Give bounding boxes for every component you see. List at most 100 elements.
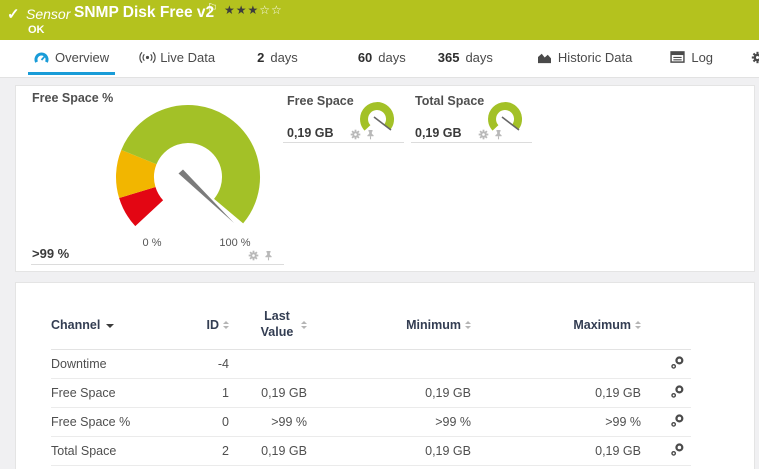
tab-label: days (378, 50, 406, 65)
cell-maximum: 0,19 GB (471, 378, 641, 408)
tab-number: 365 (437, 50, 460, 65)
header-label: Minimum (406, 317, 461, 332)
cell-last-value: >99 % (229, 407, 307, 437)
area-chart-icon (537, 51, 552, 65)
cell-channel: Free Space % (51, 407, 181, 437)
edit-channel-icon[interactable] (670, 355, 685, 370)
gauge-value: 0,19 GB (287, 126, 334, 140)
sort-icon (635, 318, 641, 332)
pin-icon[interactable] (365, 129, 376, 140)
tab-2-days[interactable]: 2 days (251, 43, 304, 75)
cell-edit (641, 378, 691, 408)
channels-panel: Channel ID Last Value Minimum Maximum Do… (15, 282, 755, 469)
tab-label: days (270, 50, 298, 65)
header-maximum[interactable]: Maximum (471, 301, 641, 350)
tab-number: 60 (357, 50, 373, 65)
tab-label: Overview (55, 50, 110, 65)
sort-icon (223, 318, 229, 332)
header-edit (641, 301, 691, 350)
sensor-header: ✓ Sensor SNMP Disk Free v2 ⚐ ★★★☆☆ OK (0, 0, 759, 40)
tab-bar: Overview Live Data 2 days 60 days 365 da… (0, 40, 759, 78)
cell-minimum: 0,19 GB (307, 436, 471, 466)
header-label: Maximum (573, 317, 631, 332)
tab-number: 2 (257, 50, 265, 65)
header-label: Channel (51, 318, 101, 332)
tab-historic-data[interactable]: Historic Data (531, 43, 638, 75)
stars-filled[interactable]: ★★★ (224, 3, 259, 17)
header-label: Last Value (260, 309, 294, 339)
tab-60-days[interactable]: 60 days (352, 43, 412, 75)
cell-id: -4 (181, 349, 229, 379)
gauge-value: >99 % (32, 246, 70, 261)
cell-id: 1 (181, 378, 229, 408)
gauge-icon (34, 51, 49, 65)
tab-settings[interactable]: Settings (745, 43, 759, 75)
cell-channel: Free Space (51, 378, 181, 408)
header-label: ID (206, 317, 220, 332)
cell-edit (641, 436, 691, 466)
table-row: Free Space 1 0,19 GB 0,19 GB 0,19 GB (51, 378, 691, 408)
gauge-widget-free-space: Free Space 0,19 GB (283, 86, 404, 143)
tab-365-days[interactable]: 365 days (432, 43, 499, 75)
prtg-sensor-page: ✓ Sensor SNMP Disk Free v2 ⚐ ★★★☆☆ OK Ov… (0, 0, 759, 469)
table-row: Total Space 2 0,19 GB 0,19 GB 0,19 GB (51, 436, 691, 466)
gauge-widget-free-space-pct: Free Space % 0 % 100 % >99 % (31, 86, 284, 265)
cell-id: 0 (181, 407, 229, 437)
stars-empty[interactable]: ☆☆ (259, 3, 283, 17)
log-icon (670, 51, 685, 65)
pin-icon[interactable] (263, 250, 274, 261)
cell-minimum (307, 349, 471, 379)
table-row: Downtime -4 (51, 349, 691, 379)
gauge-value: 0,19 GB (415, 126, 462, 140)
sensor-title: SNMP Disk Free v2 (74, 4, 215, 21)
gear-icon[interactable] (478, 129, 489, 140)
sort-icon (465, 318, 471, 332)
priority-stars[interactable]: ★★★☆☆ (224, 3, 283, 17)
gauge-title: Free Space % (32, 91, 114, 105)
tab-live-data[interactable]: Live Data (133, 43, 221, 75)
sort-desc-icon (106, 323, 115, 332)
tab-label: Live Data (160, 50, 216, 65)
header-id[interactable]: ID (181, 301, 229, 350)
header-channel[interactable]: Channel (51, 301, 181, 350)
gauge-scale-min: 0 % (142, 237, 162, 249)
gear-icon[interactable] (350, 129, 361, 140)
tab-label: Historic Data (557, 50, 633, 65)
gear-icon[interactable] (248, 250, 259, 261)
tab-label: Log (691, 50, 714, 65)
edit-channel-icon[interactable] (670, 442, 685, 457)
gauge-scale-max: 100 % (219, 237, 251, 249)
tab-overview[interactable]: Overview (28, 43, 116, 75)
pin-icon[interactable] (493, 129, 504, 140)
gauge-title: Total Space (415, 94, 485, 108)
cell-edit (641, 349, 691, 379)
broadcast-icon (139, 51, 154, 65)
priority-flag-icon[interactable]: ⚐ (207, 1, 218, 15)
cell-maximum (471, 349, 641, 379)
tab-label: days (465, 50, 493, 65)
cell-minimum: 0,19 GB (307, 378, 471, 408)
status-badge: OK (28, 24, 45, 36)
table-header-row: Channel ID Last Value Minimum Maximum (51, 301, 691, 350)
cell-last-value: 0,19 GB (229, 378, 307, 408)
edit-channel-icon[interactable] (670, 413, 685, 428)
edit-channel-icon[interactable] (670, 384, 685, 399)
header-minimum[interactable]: Minimum (307, 301, 471, 350)
cell-id: 2 (181, 436, 229, 466)
gauge-title: Free Space (287, 94, 354, 108)
cell-last-value: 0,19 GB (229, 436, 307, 466)
cell-channel: Downtime (51, 349, 181, 379)
sort-icon (301, 318, 307, 332)
header-last-value[interactable]: Last Value (229, 301, 307, 350)
cell-minimum: >99 % (307, 407, 471, 437)
cell-channel: Total Space (51, 436, 181, 466)
cell-maximum: 0,19 GB (471, 436, 641, 466)
overview-panel: Free Space % 0 % 100 % >99 % Free Space … (15, 85, 755, 272)
gauge-widget-total-space: Total Space 0,19 GB (411, 86, 532, 143)
object-kind-label: Sensor (26, 6, 71, 22)
cell-last-value (229, 349, 307, 379)
gear-icon (751, 51, 759, 65)
table-row: Free Space % 0 >99 % >99 % >99 % (51, 407, 691, 437)
tab-log[interactable]: Log (664, 43, 719, 75)
status-ok-check-icon: ✓ (7, 6, 20, 23)
